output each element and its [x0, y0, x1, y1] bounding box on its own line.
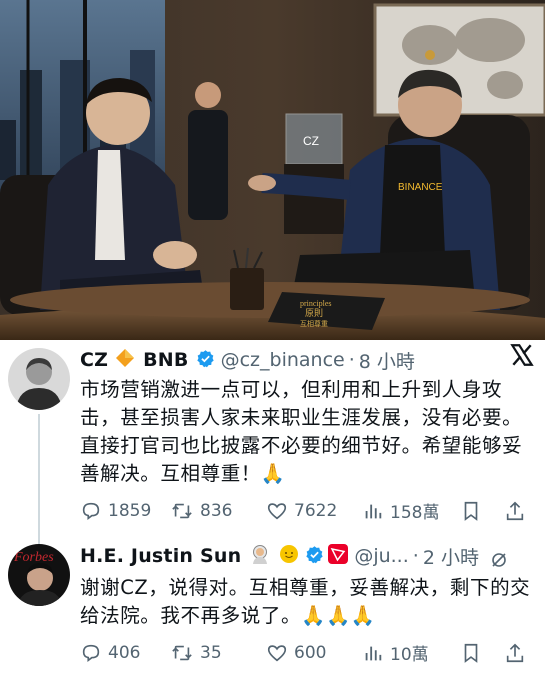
verified-badge-icon — [196, 349, 215, 372]
meeting-photo: CZ BINANCE principles 原則 互相尊重 — [0, 0, 545, 340]
like-button[interactable]: 600 — [266, 642, 362, 664]
diamond-icon — [115, 348, 135, 372]
tweet-text: 市场营销激进一点可以，但利用和上升到人身攻击，甚至损害人家未来职业生涯发展，没有… — [80, 378, 523, 485]
avatar-cz[interactable] — [8, 348, 70, 410]
retweet-button[interactable]: 836 — [170, 500, 266, 522]
share-button[interactable] — [504, 642, 534, 664]
tweet-actions: 406 35 600 10萬 — [80, 640, 535, 665]
share-icon — [506, 501, 524, 520]
reply-count: 406 — [108, 642, 141, 663]
shirt-logo-text: BINANCE — [398, 182, 443, 193]
book-title-line1: principles — [300, 299, 332, 308]
separator-dot: · — [348, 349, 355, 371]
bookmark-icon — [464, 643, 478, 663]
avatar-label: Forbes — [13, 550, 54, 565]
book-title-line2: 原則 — [305, 308, 323, 319]
x-logo-icon[interactable] — [509, 342, 535, 372]
views-button[interactable]: 10萬 — [362, 640, 460, 665]
reply-count: 1859 — [108, 500, 152, 521]
bookmark-icon — [464, 501, 478, 521]
like-count: 7622 — [294, 500, 338, 521]
tweet-header: CZ BNB @cz_binance · 8 小時 — [80, 346, 537, 374]
astronaut-icon — [250, 544, 270, 568]
retweet-icon — [172, 503, 192, 518]
like-icon — [267, 502, 287, 519]
reply-icon — [82, 644, 100, 662]
tweet-timestamp[interactable]: 8 小時 — [359, 347, 415, 374]
reply-button[interactable]: 1859 — [80, 500, 170, 522]
avatar-justin-sun[interactable]: Forbes — [8, 544, 70, 606]
tweet-timestamp[interactable]: 2 小時 — [423, 543, 479, 570]
more-icon[interactable] — [489, 550, 509, 574]
retweet-icon — [172, 645, 192, 660]
views-count: 158萬 — [390, 503, 440, 523]
retweet-button[interactable]: 35 — [170, 642, 266, 664]
views-icon — [365, 646, 382, 660]
cube-label: CZ — [303, 134, 319, 148]
share-icon — [506, 643, 524, 662]
author-badge-text: BNB — [143, 349, 189, 371]
views-count: 10萬 — [390, 645, 429, 665]
views-icon — [365, 504, 382, 518]
like-count: 600 — [294, 642, 327, 663]
separator-dot: · — [412, 545, 419, 567]
reply-icon — [82, 502, 100, 520]
tweet-justin-sun[interactable]: Forbes H.E. Justin Sun @ju... · 2 小時 谢谢C… — [0, 536, 545, 680]
sun-icon — [279, 544, 299, 568]
thread-line — [38, 414, 40, 544]
verified-badge-icon — [305, 545, 324, 568]
bookmark-button[interactable] — [460, 642, 504, 664]
author-name[interactable]: CZ — [80, 349, 108, 371]
book-title-line3: 互相尊重 — [300, 319, 328, 328]
tron-icon — [328, 544, 349, 568]
share-button[interactable] — [504, 500, 534, 522]
retweet-count: 836 — [200, 500, 233, 521]
tweet-header: H.E. Justin Sun @ju... · 2 小時 — [80, 542, 537, 570]
retweet-count: 35 — [200, 642, 222, 663]
tweet-text: 谢谢CZ，说得对。互相尊重，妥善解决，剩下的交给法院。我不再多说了。🙏🙏🙏 — [80, 576, 531, 627]
author-name[interactable]: H.E. Justin Sun — [80, 545, 241, 567]
tweet-cz[interactable]: CZ BNB @cz_binance · 8 小時 市场营销激进一点可以，但利用… — [0, 340, 545, 544]
author-handle[interactable]: @cz_binance — [221, 349, 345, 371]
reply-button[interactable]: 406 — [80, 642, 170, 664]
like-icon — [267, 644, 287, 661]
author-handle[interactable]: @ju... — [354, 545, 408, 567]
like-button[interactable]: 7622 — [266, 500, 362, 522]
tweet-actions: 1859 836 7622 158萬 — [80, 498, 535, 523]
views-button[interactable]: 158萬 — [362, 498, 460, 523]
bookmark-button[interactable] — [460, 500, 504, 522]
